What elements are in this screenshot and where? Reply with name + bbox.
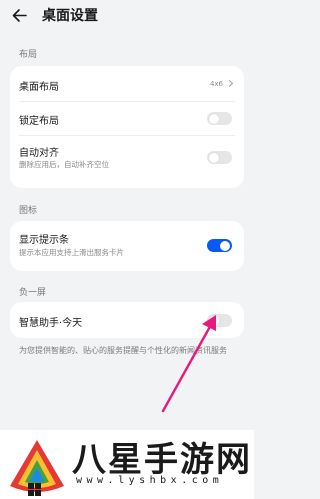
section-label-minus-one-screen: 负一屏 (19, 288, 47, 298)
show-hint-bar-toggle[interactable] (207, 239, 232, 252)
top-bar: 桌面设置 (0, 0, 254, 30)
toggle-knob (209, 152, 219, 163)
toggle-knob (220, 240, 230, 251)
smart-assistant-row: 智慧助手·今天 (10, 302, 244, 338)
icons-card: 显示提示条 提示本应用支持上滑出服务卡片 (10, 221, 244, 271)
smart-assistant-label: 智慧助手·今天 (19, 318, 83, 329)
desktop-layout-label: 桌面布局 (19, 82, 59, 93)
auto-align-row: 自动对齐 删除应用后，自动补齐空位 (10, 136, 244, 188)
section-label-layout: 布局 (19, 50, 38, 60)
page-title: 桌面设置 (42, 8, 98, 24)
back-arrow-icon[interactable] (10, 6, 28, 24)
site-url: www.lyshbx.com (76, 475, 224, 486)
smart-assistant-toggle[interactable] (207, 314, 232, 327)
desktop-layout-row[interactable]: 桌面布局 4x6 (10, 66, 244, 102)
desktop-layout-value: 4x6 (209, 80, 223, 88)
auto-align-description: 删除应用后，自动补齐空位 (19, 160, 109, 169)
show-hint-bar-label: 显示提示条 (19, 235, 69, 246)
toggle-knob (209, 315, 219, 326)
auto-align-label: 自动对齐 (19, 148, 59, 159)
section-label-icons: 图标 (19, 206, 38, 216)
lock-layout-row: 锁定布局 (10, 102, 244, 136)
show-hint-bar-description: 提示本应用支持上滑出服务卡片 (19, 248, 124, 257)
layout-card: 桌面布局 4x6 锁定布局 自动对齐 删除应用后，自动补齐空位 (10, 66, 244, 188)
minus-one-screen-card: 智慧助手·今天 (10, 302, 244, 338)
site-logo-icon (10, 440, 64, 496)
chevron-right-icon (225, 79, 234, 88)
toggle-knob (209, 113, 219, 124)
site-name: 八星手游网 (72, 440, 252, 480)
lock-layout-label: 锁定布局 (19, 116, 59, 127)
auto-align-toggle[interactable] (207, 151, 232, 164)
smart-assistant-footnote: 为您提供智能的、贴心的服务提醒与个性化的新闻资讯服务 (19, 346, 227, 355)
site-watermark: 八星手游网 www.lyshbx.com (0, 430, 254, 499)
lock-layout-toggle[interactable] (207, 112, 232, 125)
show-hint-bar-row: 显示提示条 提示本应用支持上滑出服务卡片 (10, 221, 244, 271)
